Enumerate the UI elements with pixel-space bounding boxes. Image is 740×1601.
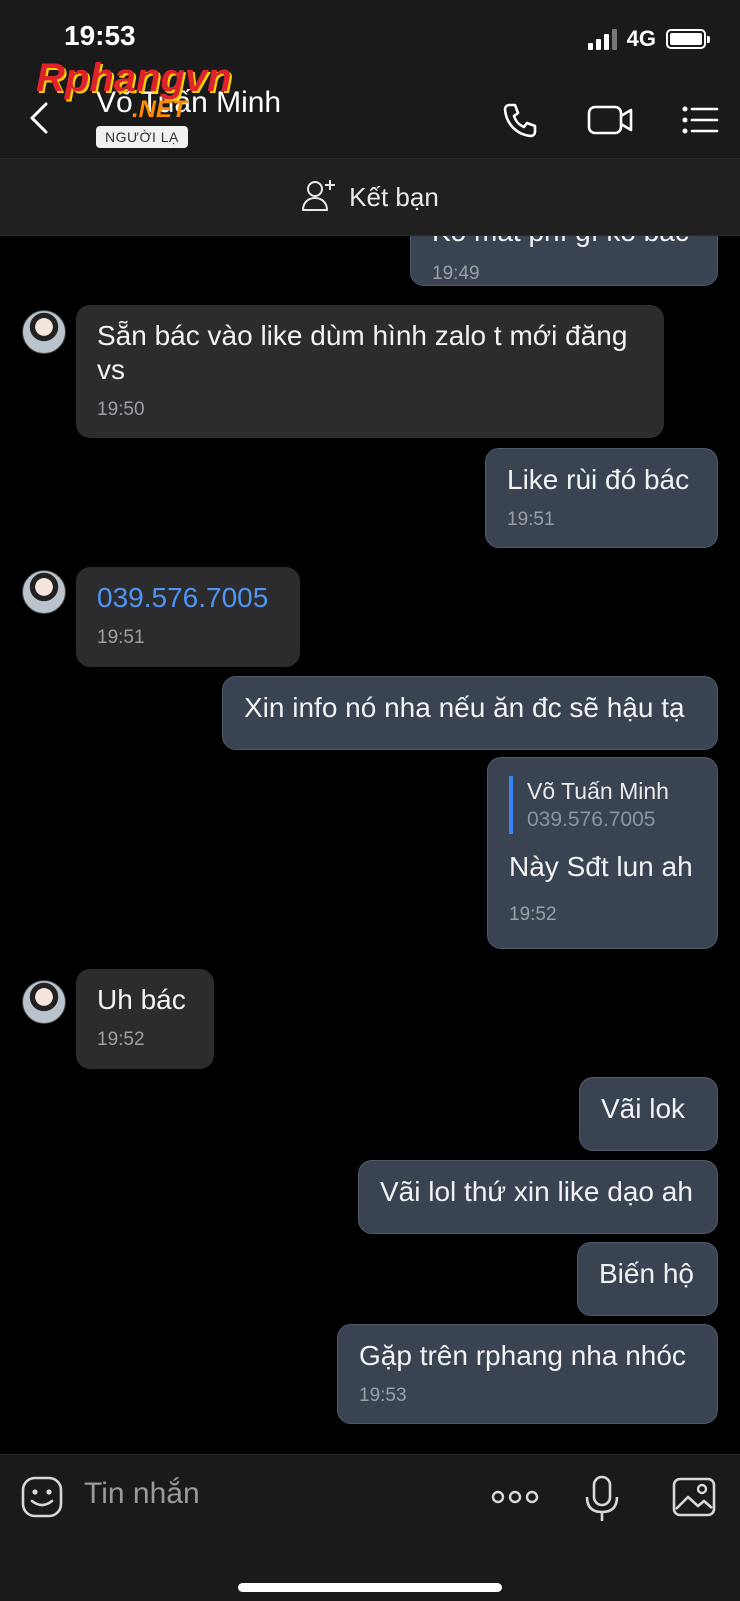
menu-icon[interactable]: [680, 100, 720, 136]
stranger-badge: NGƯỜI LẠ: [96, 126, 188, 148]
message-text: Này Sđt lun ah: [509, 851, 693, 882]
message-text: Uh bác: [97, 984, 186, 1015]
avatar[interactable]: [22, 570, 66, 614]
message-text: Like rùi đó bác: [507, 464, 690, 495]
microphone-icon[interactable]: [580, 1475, 624, 1521]
watermark-logo-suffix: .NET: [132, 96, 187, 123]
message-time: 19:52: [97, 1029, 145, 1050]
add-friend-button[interactable]: Kết bạn: [0, 159, 740, 236]
message-bubble-incoming[interactable]: 039.576.7005 19:51: [76, 567, 300, 667]
message-list[interactable]: Ko mất phí gì ko bác 19:49 Sẵn bác vào l…: [0, 236, 740, 1454]
home-indicator: [238, 1583, 502, 1592]
add-friend-label: Kết bạn: [349, 181, 439, 212]
add-friend-icon: [301, 178, 337, 217]
video-icon[interactable]: [586, 100, 636, 136]
message-time: 19:52: [509, 904, 557, 925]
message-text: Vãi lol thứ xin like dạo ah: [380, 1176, 693, 1207]
message-time: 19:51: [507, 509, 555, 530]
message-composer: Tin nhắn: [0, 1454, 740, 1601]
message-time: 19:51: [97, 627, 145, 648]
quoted-sender: Võ Tuấn Minh: [527, 778, 669, 804]
message-text: Sẵn bác vào like dùm hình zalo t mới đăn…: [97, 320, 628, 385]
signal-icon: [587, 28, 617, 50]
quoted-message[interactable]: Võ Tuấn Minh 039.576.7005: [509, 776, 696, 834]
battery-icon: [666, 29, 710, 49]
status-indicators: 4G: [587, 26, 710, 52]
watermark-logo: Rphangvn: [36, 56, 232, 100]
status-time: 19:53: [64, 20, 136, 51]
message-bubble-incoming[interactable]: Uh bác 19:52: [76, 969, 214, 1069]
avatar[interactable]: [22, 310, 66, 354]
message-bubble-outgoing[interactable]: Like rùi đó bác 19:51: [485, 448, 718, 548]
message-bubble-incoming[interactable]: Sẵn bác vào like dùm hình zalo t mới đăn…: [76, 305, 664, 438]
message-bubble-outgoing[interactable]: Biến hộ: [577, 1242, 718, 1316]
message-text: Biến hộ: [599, 1258, 694, 1289]
message-bubble-outgoing[interactable]: Vãi lol thứ xin like dạo ah: [358, 1160, 718, 1234]
message-time: 19:53: [359, 1385, 407, 1406]
message-bubble-outgoing[interactable]: Xin info nó nha nếu ăn đc sẽ hậu tạ: [222, 676, 718, 750]
message-text: Vãi lok: [601, 1093, 686, 1124]
message-text: Gặp trên rphang nha nhóc: [359, 1340, 686, 1371]
message-text: Xin info nó nha nếu ăn đc sẽ hậu tạ: [244, 692, 685, 723]
message-text: Ko mất phí gì ko bác: [432, 236, 689, 247]
emoji-icon[interactable]: [20, 1475, 64, 1519]
image-icon[interactable]: [672, 1475, 716, 1519]
message-time: 19:50: [97, 399, 145, 420]
message-bubble-outgoing[interactable]: Ko mất phí gì ko bác 19:49: [410, 236, 718, 286]
message-bubble-outgoing[interactable]: Vãi lok: [579, 1077, 718, 1151]
avatar[interactable]: [22, 980, 66, 1024]
quoted-text: 039.576.7005: [527, 808, 656, 831]
chat-header: Võ Tuấn Minh NGƯỜI LẠ Rphangvn .NET: [0, 56, 740, 159]
phone-icon[interactable]: [500, 100, 540, 138]
more-options-icon[interactable]: [490, 1475, 540, 1519]
message-input[interactable]: Tin nhắn: [84, 1477, 200, 1511]
message-bubble-outgoing[interactable]: Gặp trên rphang nha nhóc 19:53: [337, 1324, 718, 1424]
message-time: 19:49: [432, 263, 480, 284]
back-icon[interactable]: [26, 98, 56, 138]
network-type: 4G: [626, 26, 656, 51]
phone-number-link[interactable]: 039.576.7005: [97, 582, 268, 613]
message-bubble-outgoing-reply[interactable]: Võ Tuấn Minh 039.576.7005 Này Sđt lun ah…: [487, 757, 718, 949]
